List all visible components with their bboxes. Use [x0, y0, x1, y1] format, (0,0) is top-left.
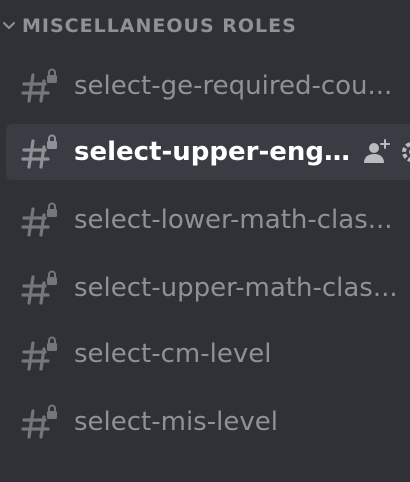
category-label: MISCELLANEOUS ROLES: [22, 15, 297, 37]
locked-text-channel-icon: [20, 333, 62, 375]
channel-name: select-cm-level: [74, 339, 272, 369]
channel-name: select-lower-math-clas...: [74, 205, 393, 235]
channel-name: select-upper-engr-...: [74, 137, 354, 167]
locked-text-channel-icon: [20, 199, 62, 241]
channel-item[interactable]: select-mis-level: [6, 394, 410, 450]
channel-sidebar: MISCELLANEOUS ROLES select-ge-required-c…: [0, 0, 410, 482]
category-miscellaneous-roles[interactable]: MISCELLANEOUS ROLES: [0, 8, 410, 44]
locked-text-channel-icon: [20, 401, 62, 443]
channel-item[interactable]: select-ge-required-cou...: [6, 58, 410, 114]
locked-text-channel-icon: [20, 131, 62, 173]
channel-name: select-ge-required-cou...: [74, 71, 393, 101]
locked-text-channel-icon: [20, 65, 62, 107]
channel-item[interactable]: select-lower-math-clas...: [6, 192, 410, 248]
invite-user-icon[interactable]: [362, 137, 392, 167]
locked-text-channel-icon: [20, 267, 62, 309]
channel-name: select-upper-math-clas...: [74, 273, 398, 303]
settings-icon[interactable]: [398, 138, 410, 166]
channel-name: select-mis-level: [74, 407, 278, 437]
chevron-down-icon: [0, 17, 18, 35]
channel-actions: [362, 137, 410, 167]
channel-item[interactable]: select-cm-level: [6, 326, 410, 382]
channel-item-selected[interactable]: select-upper-engr-...: [6, 124, 410, 180]
channel-item[interactable]: select-upper-math-clas...: [6, 260, 410, 316]
